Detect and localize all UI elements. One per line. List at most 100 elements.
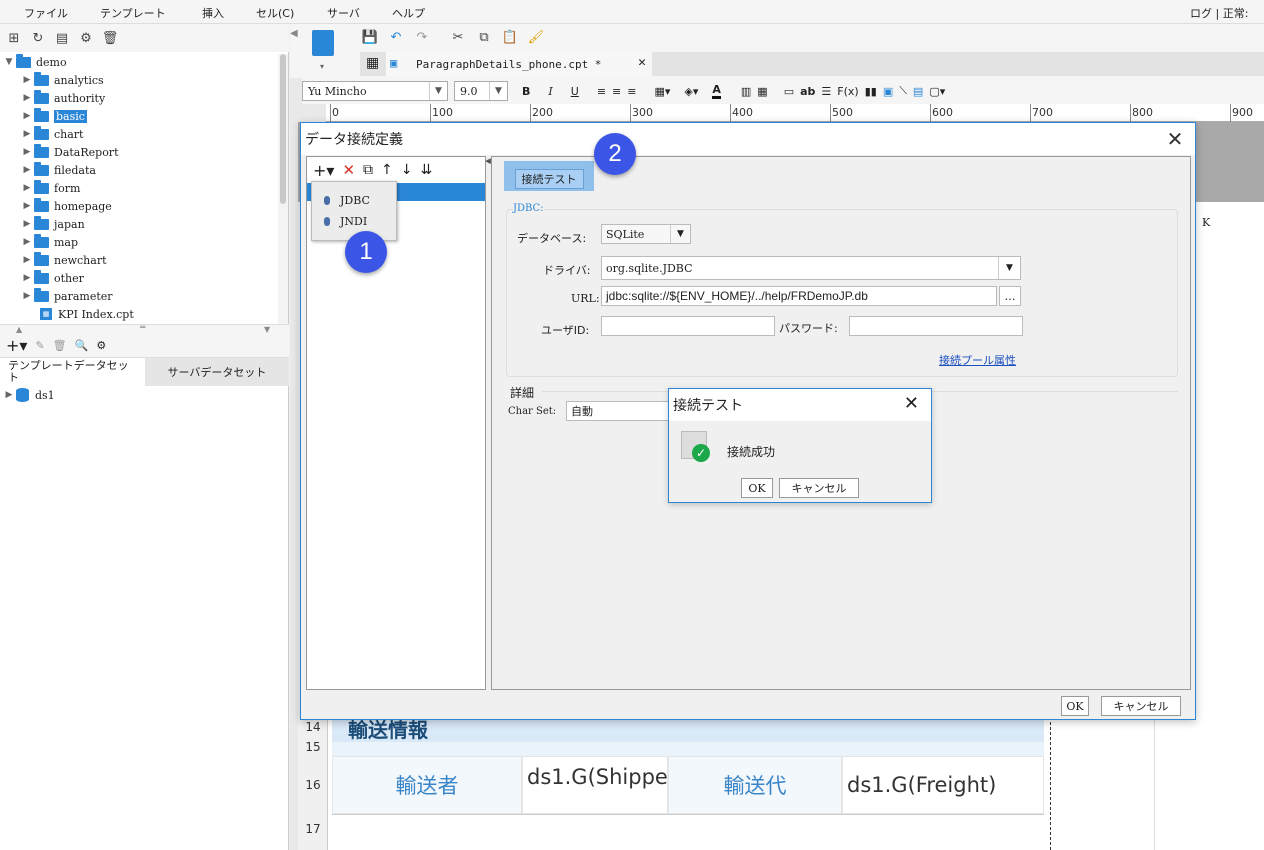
fill-color-icon[interactable]: ◈▾ (684, 85, 698, 98)
delete-dataset-icon[interactable]: 🗑 (53, 339, 67, 352)
freight-label-cell[interactable]: 輸送代 (668, 756, 842, 814)
font-color-icon[interactable]: A (712, 83, 721, 99)
template-dropdown-icon[interactable]: ▾ (320, 62, 324, 71)
chevron-down-icon[interactable]: ▼ (429, 82, 447, 100)
image-icon[interactable]: ▣ (883, 85, 893, 98)
cancel-button[interactable]: キャンセル (779, 478, 859, 498)
open-template-icon[interactable]: ▤ (52, 28, 72, 48)
menu-insert[interactable]: 挿入 (202, 5, 224, 21)
italic-icon[interactable]: I (548, 85, 552, 98)
paragraph-icon[interactable]: ☰ (821, 85, 831, 98)
move-up-icon[interactable]: ↑ (381, 162, 393, 178)
move-down-icon[interactable]: ↓ (401, 162, 413, 178)
subreport-icon[interactable]: ▤ (913, 85, 923, 98)
dataset-settings-icon[interactable]: ⚙ (96, 339, 106, 352)
tree-item-folder[interactable]: ▶ japan (20, 215, 85, 233)
chevron-right-icon[interactable]: ▶ (20, 147, 34, 157)
delete-icon[interactable]: 🗑 (100, 28, 120, 48)
underline-icon[interactable]: U (571, 85, 579, 98)
tree-root[interactable]: ▼ demo (2, 53, 67, 71)
chevron-right-icon[interactable]: ▶ (20, 75, 34, 85)
preview-icon[interactable]: 🔍 (75, 339, 89, 352)
tab-template-dataset[interactable]: テンプレートデータセット (0, 358, 145, 386)
settings-icon[interactable]: ⚙ (76, 28, 96, 48)
url-browse-button[interactable]: … (999, 286, 1021, 306)
save-icon[interactable]: 💾 (360, 27, 380, 47)
chevron-right-icon[interactable]: ▶ (20, 93, 34, 103)
text-icon[interactable]: ab (800, 85, 815, 98)
chevron-right-icon[interactable]: ▶ (20, 291, 34, 301)
ok-button[interactable]: OK (741, 478, 773, 498)
bold-icon[interactable]: B (522, 85, 530, 98)
paste-icon[interactable]: 📋 (500, 27, 520, 47)
table-row[interactable] (332, 742, 1044, 756)
menu-cell[interactable]: セル(C) (256, 5, 294, 21)
grid-icon[interactable]: ▦ (366, 55, 379, 71)
edit-icon[interactable]: ✎ (35, 339, 44, 352)
chevron-down-icon[interactable]: ▼ (998, 257, 1020, 279)
tree-item-folder[interactable]: ▶ basic (20, 107, 87, 125)
chevron-right-icon[interactable]: ▶ (20, 255, 34, 265)
connection-pool-link[interactable]: 接続プール属性 (939, 352, 1016, 368)
format-painter-icon[interactable]: 🖌 (526, 27, 546, 47)
new-folder-icon[interactable]: ⊞ (4, 28, 24, 48)
chevron-right-icon[interactable]: ▶ (20, 129, 34, 139)
collapse-down-icon[interactable]: ▼ (264, 325, 270, 334)
section-header-cell[interactable]: 輸送情報 (332, 718, 1044, 742)
font-size-select[interactable]: 9.0 ▼ (454, 81, 508, 101)
collapse-up-icon[interactable]: ▲ (16, 325, 22, 334)
cut-icon[interactable]: ✂ (448, 27, 468, 47)
menu-file[interactable]: ファイル (24, 5, 68, 21)
redo-icon[interactable]: ↷ (412, 27, 432, 47)
align-center-icon[interactable]: ≡ (612, 85, 621, 98)
chevron-right-icon[interactable]: ▶ (20, 201, 34, 211)
split-cells-icon[interactable]: ▦ (757, 85, 767, 98)
charset-select[interactable]: 自動 (566, 401, 676, 421)
shipper-label-cell[interactable]: 輸送者 (332, 756, 522, 814)
chevron-right-icon[interactable]: ▶ (20, 111, 34, 121)
tree-scrollbar[interactable] (278, 54, 288, 324)
tab-server-dataset[interactable]: サーバデータセット (145, 358, 289, 386)
copy-connection-icon[interactable]: ⧉ (363, 162, 373, 178)
menu-help[interactable]: ヘルプ (392, 5, 425, 21)
delete-connection-icon[interactable]: ✕ (342, 161, 355, 179)
merge-cells-icon[interactable]: ▥ (741, 85, 751, 98)
tree-item-folder[interactable]: ▶ other (20, 269, 84, 287)
text-field-icon[interactable]: ▭ (784, 85, 794, 98)
user-id-input[interactable] (601, 316, 775, 336)
formula-icon[interactable]: F(x) (837, 85, 858, 98)
tree-file-kpi[interactable]: ▦ KPI Index.cpt (40, 305, 134, 323)
align-left-icon[interactable]: ≡ (597, 85, 606, 98)
chevron-right-icon[interactable]: ▶ (20, 165, 34, 175)
tree-item-folder[interactable]: ▶ parameter (20, 287, 113, 305)
shipper-expr-cell[interactable]: ds1.G(ShipperID) (522, 756, 668, 814)
chevron-right-icon[interactable]: ▶ (20, 219, 34, 229)
copy-icon[interactable]: ⧉ (474, 27, 494, 47)
tree-item-folder[interactable]: ▶ map (20, 233, 78, 251)
tree-item-folder[interactable]: ▶ homepage (20, 197, 112, 215)
chevron-down-icon[interactable]: ▼ (2, 57, 16, 67)
menu-template[interactable]: テンプレート (100, 5, 166, 21)
border-icon[interactable]: ▦▾ (654, 85, 670, 98)
font-family-select[interactable]: Yu Mincho ▼ (302, 81, 448, 101)
file-tab[interactable]: ▣ ParagraphDetails_phone.cpt * ✕ (386, 52, 652, 76)
connection-test-button[interactable]: 接続テスト (504, 161, 594, 191)
tree-item-folder[interactable]: ▶ newchart (20, 251, 107, 269)
chevron-down-icon[interactable]: ▼ (670, 225, 690, 243)
menu-item-jndi[interactable]: JNDI (324, 211, 367, 231)
menu-server[interactable]: サーバ (327, 5, 360, 21)
ok-button[interactable]: OK (1061, 696, 1089, 716)
slash-icon[interactable]: ⟍ (899, 84, 907, 98)
freight-expr-cell[interactable]: ds1.G(Freight) (842, 756, 1044, 814)
tree-item-folder[interactable]: ▶ analytics (20, 71, 104, 89)
tree-item-folder[interactable]: ▶ form (20, 179, 80, 197)
sort-icon[interactable]: ⇊ (420, 162, 432, 178)
chevron-right-icon[interactable]: ▶ (20, 237, 34, 247)
tree-item-folder[interactable]: ▶ DataReport (20, 143, 119, 161)
dataset-item-ds1[interactable]: ▶ ds1 (2, 386, 55, 404)
tree-item-folder[interactable]: ▶ authority (20, 89, 105, 107)
url-input[interactable]: jdbc:sqlite://${ENV_HOME}/../help/FRDemo… (601, 286, 997, 306)
chevron-right-icon[interactable]: ▶ (20, 273, 34, 283)
tree-item-folder[interactable]: ▶ chart (20, 125, 83, 143)
chevron-right-icon[interactable]: ▶ (20, 183, 34, 193)
